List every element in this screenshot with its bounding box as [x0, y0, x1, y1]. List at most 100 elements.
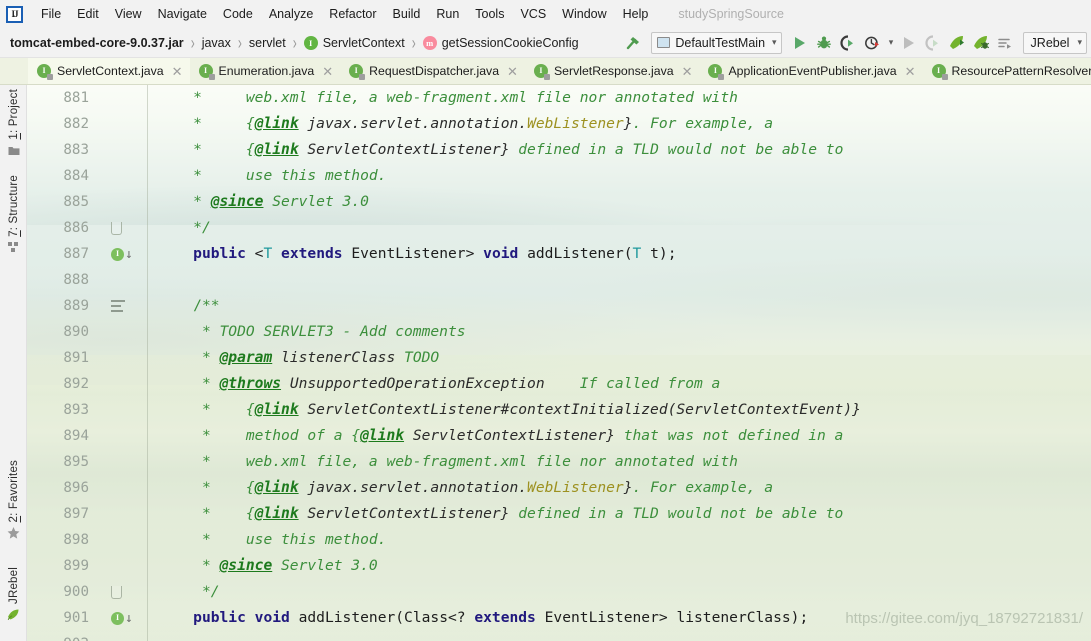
code-line[interactable]: 891 * @param listenerClass TODO: [27, 345, 1091, 371]
code-text[interactable]: * @throws UnsupportedOperationException …: [158, 371, 720, 397]
gutter-area[interactable]: [111, 501, 147, 527]
tab-requestdispatcher-java[interactable]: I RequestDispatcher.java ✕: [340, 58, 525, 84]
menu-vcs[interactable]: VCS: [512, 5, 554, 23]
code-text[interactable]: * {@link ServletContextListener} defined…: [158, 137, 843, 163]
gutter-area[interactable]: [111, 163, 147, 189]
close-icon[interactable]: ✕: [172, 65, 183, 78]
breadcrumb-package-servlet[interactable]: servlet: [249, 36, 286, 50]
gutter-area[interactable]: [111, 137, 147, 163]
jrebel-debug-icon[interactable]: [969, 31, 993, 55]
code-text[interactable]: * {@link javax.servlet.annotation.WebLis…: [158, 475, 773, 501]
run-icon[interactable]: [788, 31, 812, 55]
run-with-coverage-icon[interactable]: [836, 31, 860, 55]
code-text[interactable]: * {@link ServletContextListener} defined…: [158, 501, 843, 527]
tab-enumeration-java[interactable]: I Enumeration.java ✕: [189, 58, 341, 84]
profile-dropdown-icon[interactable]: ▾: [884, 31, 897, 55]
editor-vertical-scrollbar[interactable]: [1079, 85, 1091, 641]
run-configuration-selector[interactable]: DefaultTestMain ▾: [651, 31, 782, 54]
make-project-icon[interactable]: [621, 31, 645, 55]
menu-navigate[interactable]: Navigate: [150, 5, 215, 23]
code-line[interactable]: 884 * use this method.: [27, 163, 1091, 189]
gutter-area[interactable]: [111, 267, 147, 293]
code-line[interactable]: 886 */: [27, 215, 1091, 241]
code-line[interactable]: 890 * TODO SERVLET3 - Add comments: [27, 319, 1091, 345]
code-line[interactable]: 887 I ↓ public <T extends EventListener> v…: [27, 241, 1091, 267]
close-icon[interactable]: ✕: [322, 65, 333, 78]
code-fold-icon[interactable]: [111, 585, 122, 599]
sidebar-item-jrebel[interactable]: JRebel: [0, 567, 27, 621]
code-text[interactable]: * {@link ServletContextListener#contextI…: [158, 397, 861, 423]
code-line[interactable]: 896 * {@link javax.servlet.annotation.We…: [27, 475, 1091, 501]
menu-refactor[interactable]: Refactor: [321, 5, 384, 23]
gutter-area[interactable]: [111, 631, 147, 641]
menu-window[interactable]: Window: [554, 5, 614, 23]
sidebar-item-favorites[interactable]: 2: Favorites: [0, 460, 27, 540]
breadcrumb-method[interactable]: m getSessionCookieConfig: [422, 35, 579, 50]
code-line[interactable]: 899 * @since Servlet 3.0: [27, 553, 1091, 579]
code-text[interactable]: * web.xml file, a web-fragment.xml file …: [158, 85, 738, 111]
gutter-area[interactable]: [111, 293, 147, 319]
gutter-area[interactable]: [111, 553, 147, 579]
debug-jrebel-icon[interactable]: [921, 31, 945, 55]
gutter-area[interactable]: [111, 423, 147, 449]
gutter-area[interactable]: [111, 579, 147, 605]
code-text[interactable]: /**: [158, 293, 219, 319]
sidebar-item-project[interactable]: 1: Project: [0, 89, 27, 157]
code-editor[interactable]: 881 * web.xml file, a web-fragment.xml f…: [27, 85, 1091, 641]
close-icon[interactable]: ✕: [682, 65, 693, 78]
menu-build[interactable]: Build: [385, 5, 429, 23]
menu-analyze[interactable]: Analyze: [261, 5, 321, 23]
code-text[interactable]: * @since Servlet 3.0: [158, 553, 378, 579]
menu-help[interactable]: Help: [615, 5, 657, 23]
code-text[interactable]: public <T extends EventListener> void ad…: [158, 241, 676, 267]
menu-run[interactable]: Run: [428, 5, 467, 23]
code-line[interactable]: 881 * web.xml file, a web-fragment.xml f…: [27, 85, 1091, 111]
gutter-area[interactable]: [111, 397, 147, 423]
menu-tools[interactable]: Tools: [467, 5, 512, 23]
menu-file[interactable]: File: [33, 5, 69, 23]
code-line[interactable]: 900 */: [27, 579, 1091, 605]
run-jrebel-icon[interactable]: [897, 31, 921, 55]
breadcrumb-jar[interactable]: tomcat-embed-core-9.0.37.jar: [10, 36, 184, 50]
close-icon[interactable]: ✕: [905, 65, 916, 78]
code-line[interactable]: 898 * use this method.: [27, 527, 1091, 553]
gutter-area[interactable]: [111, 111, 147, 137]
attach-process-icon[interactable]: [993, 31, 1017, 55]
gutter-area[interactable]: [111, 475, 147, 501]
jrebel-run-icon[interactable]: [945, 31, 969, 55]
code-line[interactable]: 894 * method of a {@link ServletContextL…: [27, 423, 1091, 449]
gutter-area[interactable]: I ↓: [111, 605, 147, 631]
code-line[interactable]: 889 /**: [27, 293, 1091, 319]
code-text[interactable]: * web.xml file, a web-fragment.xml file …: [158, 449, 738, 475]
code-line[interactable]: 897 * {@link ServletContextListener} def…: [27, 501, 1091, 527]
code-line[interactable]: 892 * @throws UnsupportedOperationExcept…: [27, 371, 1091, 397]
code-text[interactable]: * {@link javax.servlet.annotation.WebLis…: [158, 111, 773, 137]
tab-applicationeventpublisher-java[interactable]: I ApplicationEventPublisher.java ✕: [699, 58, 923, 84]
gutter-area[interactable]: [111, 319, 147, 345]
gutter-area[interactable]: [111, 85, 147, 111]
gutter-area[interactable]: [111, 189, 147, 215]
code-line[interactable]: 902: [27, 631, 1091, 641]
gutter-area[interactable]: [111, 449, 147, 475]
code-line[interactable]: 888: [27, 267, 1091, 293]
code-lines-container[interactable]: 881 * web.xml file, a web-fragment.xml f…: [27, 85, 1091, 641]
code-text[interactable]: * TODO SERVLET3 - Add comments: [158, 319, 466, 345]
gutter-area[interactable]: [111, 527, 147, 553]
code-text[interactable]: * @param listenerClass TODO: [158, 345, 439, 371]
code-text[interactable]: * use this method.: [158, 527, 387, 553]
code-line[interactable]: 882 * {@link javax.servlet.annotation.We…: [27, 111, 1091, 137]
gutter-area[interactable]: [111, 345, 147, 371]
tab-resourcepatternresolver-java[interactable]: I ResourcePatternResolver.java: [922, 58, 1091, 84]
menu-edit[interactable]: Edit: [69, 5, 107, 23]
jrebel-selector[interactable]: JRebel ▾: [1022, 31, 1087, 54]
breadcrumb-package-javax[interactable]: javax: [202, 36, 231, 50]
gutter-area[interactable]: I ↓: [111, 241, 147, 267]
code-line[interactable]: 901 I ↓ public void addListener(Class<? ex…: [27, 605, 1091, 631]
close-icon[interactable]: ✕: [507, 65, 518, 78]
code-text[interactable]: * @since Servlet 3.0: [158, 189, 369, 215]
implemented-method-icon[interactable]: I ↓: [111, 246, 139, 262]
profile-icon[interactable]: [860, 31, 884, 55]
code-fold-icon[interactable]: [111, 221, 122, 235]
gutter-area[interactable]: [111, 371, 147, 397]
code-text[interactable]: * use this method.: [158, 163, 386, 189]
